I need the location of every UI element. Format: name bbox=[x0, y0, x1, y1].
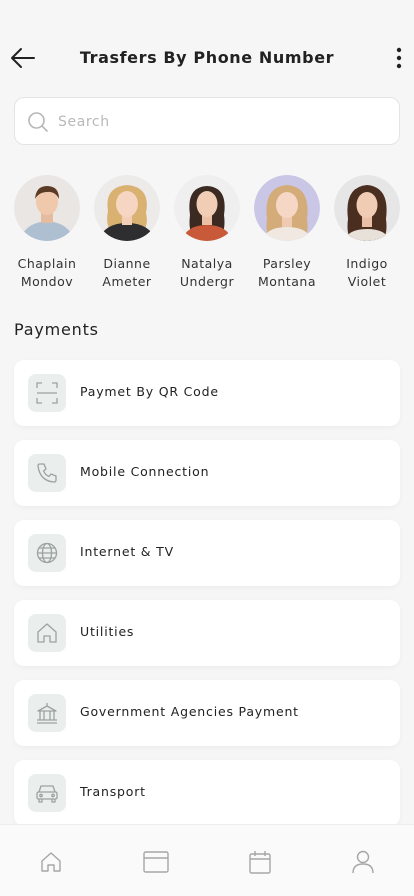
contact-name: Indigo Violet bbox=[346, 256, 388, 289]
contact-name: Dianne Ameter bbox=[102, 256, 152, 289]
payment-item-label: Paymet By QR Code bbox=[80, 384, 219, 399]
payment-item-mobile[interactable]: Mobile Connection bbox=[14, 440, 400, 506]
page-title: Trasfers By Phone Number bbox=[79, 48, 335, 67]
contact-item[interactable]: Natalya Undergr bbox=[174, 175, 240, 291]
contact-item[interactable]: Parsley Montana bbox=[254, 175, 320, 291]
avatar bbox=[334, 175, 400, 241]
search-input[interactable] bbox=[58, 110, 378, 134]
avatar bbox=[174, 175, 240, 241]
payment-item-government[interactable]: Government Agencies Payment bbox=[14, 680, 400, 746]
payment-item-qr-code[interactable]: Paymet By QR Code bbox=[14, 360, 400, 426]
avatar bbox=[94, 175, 160, 241]
payment-item-label: Mobile Connection bbox=[80, 464, 210, 479]
payments-heading: Payments bbox=[14, 320, 99, 339]
phone-icon bbox=[28, 454, 66, 492]
house-icon bbox=[28, 614, 66, 652]
globe-icon bbox=[28, 534, 66, 572]
contact-name: Natalya Undergr bbox=[179, 256, 235, 289]
tab-calendar[interactable] bbox=[245, 847, 275, 877]
payment-item-label: Internet & TV bbox=[80, 544, 174, 559]
avatar bbox=[254, 175, 320, 241]
calendar-icon bbox=[249, 851, 271, 874]
avatar bbox=[14, 175, 80, 241]
payment-item-label: Transport bbox=[80, 784, 146, 799]
payment-item-label: Government Agencies Payment bbox=[80, 704, 299, 719]
card-icon bbox=[143, 851, 169, 873]
payment-item-internet-tv[interactable]: Internet & TV bbox=[14, 520, 400, 586]
search-bar[interactable] bbox=[14, 97, 400, 145]
government-building-icon bbox=[28, 694, 66, 732]
home-icon bbox=[41, 852, 61, 872]
contact-item[interactable]: Indigo Violet bbox=[334, 175, 400, 291]
tab-profile[interactable] bbox=[348, 847, 378, 877]
more-vertical-icon bbox=[396, 47, 402, 69]
car-icon bbox=[28, 774, 66, 812]
contact-name: Parsley Montana bbox=[258, 256, 316, 289]
contact-item[interactable]: Dianne Ameter bbox=[94, 175, 160, 291]
contact-name: Chaplain Mondov bbox=[17, 256, 77, 289]
contact-item[interactable]: Chaplain Mondov bbox=[14, 175, 80, 291]
search-icon bbox=[28, 112, 48, 132]
tab-home[interactable] bbox=[36, 847, 66, 877]
qr-scan-icon bbox=[28, 374, 66, 412]
bottom-tab-bar bbox=[0, 824, 414, 896]
payment-item-label: Utilities bbox=[80, 624, 135, 639]
recent-contacts: Chaplain Mondov Dianne Ameter Natalya Un… bbox=[14, 175, 400, 295]
payment-item-utilities[interactable]: Utilities bbox=[14, 600, 400, 666]
top-bar: Trasfers By Phone Number bbox=[0, 36, 414, 80]
payment-item-transport[interactable]: Transport bbox=[14, 760, 400, 826]
more-options-button[interactable] bbox=[394, 46, 404, 70]
profile-icon bbox=[352, 850, 374, 874]
tab-cards[interactable] bbox=[141, 847, 171, 877]
